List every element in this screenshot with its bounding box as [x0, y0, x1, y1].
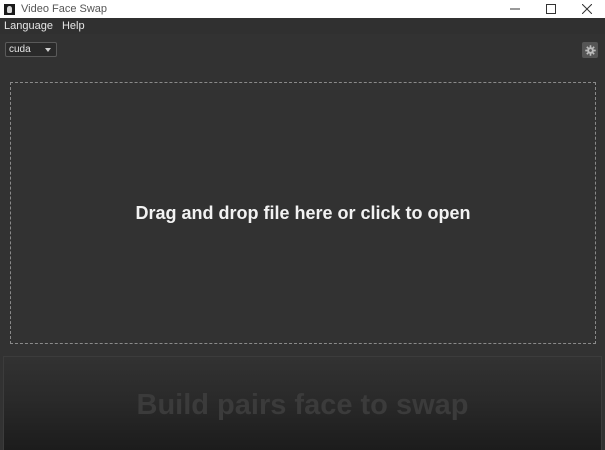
- face-pairs-panel: Build pairs face to swap: [3, 356, 602, 450]
- device-dropdown[interactable]: cuda: [5, 42, 57, 57]
- face-pairs-placeholder: Build pairs face to swap: [136, 389, 469, 421]
- menu-bar: Language Help: [0, 18, 605, 34]
- minimize-button[interactable]: [497, 0, 533, 18]
- maximize-icon: [546, 4, 556, 14]
- gear-icon: [584, 44, 596, 56]
- app-logo-icon: [4, 3, 15, 15]
- file-drop-zone[interactable]: Drag and drop file here or click to open: [10, 82, 596, 344]
- app-window: Video Face Swap Language Help cuda Drag …: [0, 0, 605, 450]
- drop-zone-label: Drag and drop file here or click to open: [135, 202, 471, 223]
- chevron-down-icon: [45, 47, 51, 52]
- minimize-icon: [510, 8, 520, 10]
- title-bar[interactable]: Video Face Swap: [0, 0, 605, 18]
- window-title: Video Face Swap: [21, 3, 108, 15]
- close-button[interactable]: [569, 0, 605, 18]
- settings-button[interactable]: [582, 42, 598, 58]
- device-dropdown-value: cuda: [9, 44, 31, 55]
- menu-help[interactable]: Help: [58, 18, 90, 34]
- maximize-button[interactable]: [533, 0, 569, 18]
- menu-language[interactable]: Language: [0, 18, 58, 34]
- close-icon: [582, 4, 592, 14]
- window-controls: [497, 0, 605, 18]
